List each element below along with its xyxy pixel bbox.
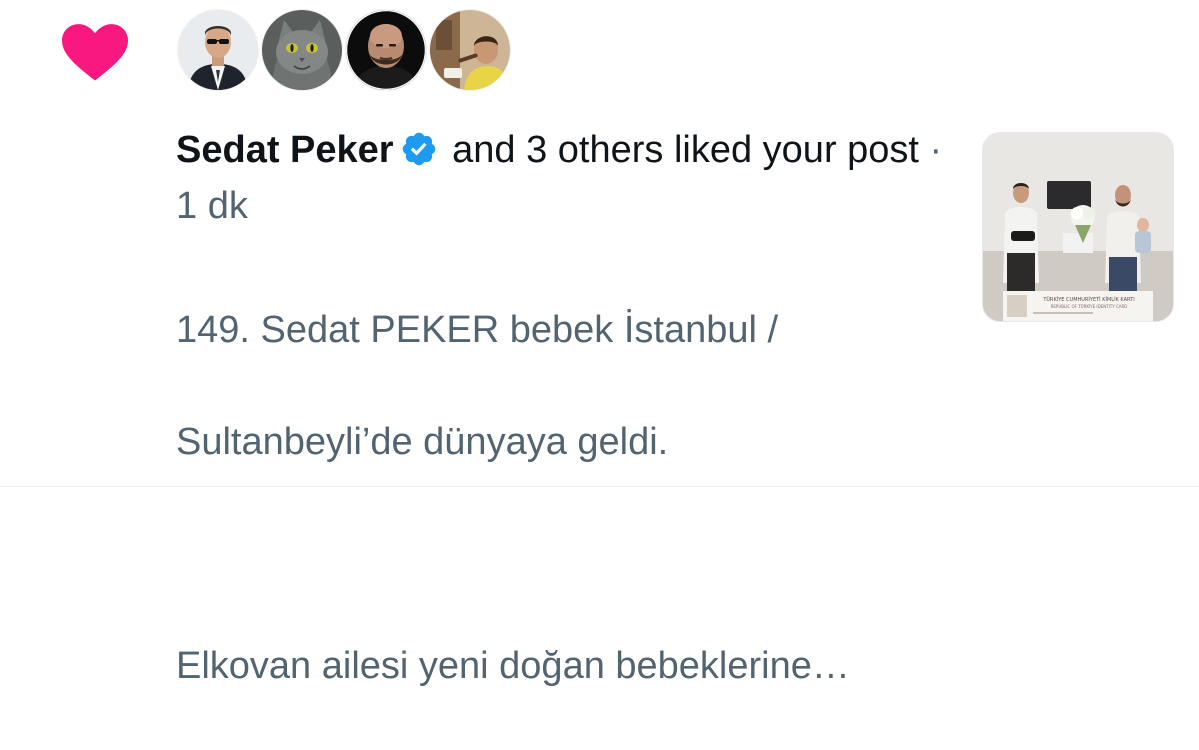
id-card-title: TÜRKİYE CUMHURİYETİ KİMLİK KARTI	[1042, 296, 1134, 303]
user-avatar-bald-man	[346, 10, 426, 90]
avatar[interactable]	[262, 10, 342, 90]
post-thumbnail-image: TÜRKİYE CUMHURİYETİ KİMLİK KARTI REPUBLI…	[983, 133, 1173, 321]
post-preview-line: 149. Sedat PEKER bebek İstanbul /	[176, 309, 779, 351]
post-preview-line: Sultanbeyli’de dünyaya geldi.	[176, 421, 669, 463]
post-preview-line: Elkovan ailesi yeni doğan bebeklerine…	[176, 645, 850, 687]
like-notification[interactable]: Sedat Peker and 3 others liked your post…	[0, 0, 1199, 687]
avatar[interactable]	[346, 10, 426, 90]
avatar[interactable]	[430, 10, 510, 90]
divider	[0, 486, 1199, 487]
separator: ·	[929, 129, 943, 171]
post-preview: 149. Sedat PEKER bebek İstanbul / Sultan…	[176, 246, 956, 750]
action-text: and 3 others liked your post	[452, 129, 919, 171]
heart-icon	[62, 24, 128, 81]
verified-badge-icon	[402, 132, 435, 166]
user-avatar-child	[430, 10, 510, 90]
actor-name[interactable]: Sedat Peker	[176, 129, 394, 171]
post-thumbnail[interactable]: TÜRKİYE CUMHURİYETİ KİMLİK KARTI REPUBLI…	[982, 132, 1174, 322]
avatar[interactable]	[178, 10, 258, 90]
timestamp: 1 dk	[176, 185, 248, 227]
user-avatar-gray-cat	[262, 10, 342, 90]
id-card-subtitle: REPUBLIC OF TÜRKİYE IDENTITY CARD	[1051, 304, 1128, 309]
user-avatar-man-sunglasses	[178, 10, 258, 90]
notification-text: Sedat Peker and 3 others liked your post…	[176, 122, 946, 234]
